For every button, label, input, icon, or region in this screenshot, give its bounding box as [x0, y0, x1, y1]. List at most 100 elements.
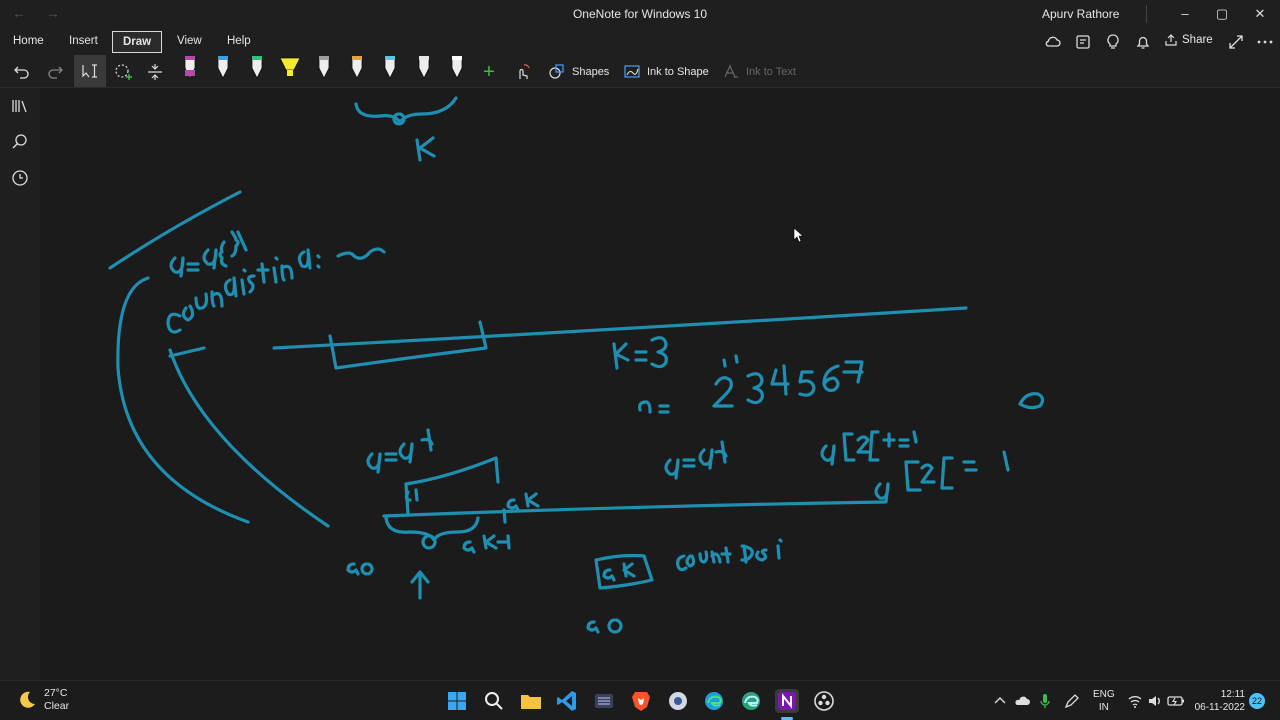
lightbulb-icon[interactable]: [1103, 32, 1123, 52]
forward-arrow-icon[interactable]: →: [46, 5, 60, 21]
ink-drawing[interactable]: [40, 88, 1280, 680]
search-icon[interactable]: [10, 132, 30, 152]
share-button[interactable]: Share: [1164, 33, 1213, 47]
language-indicator[interactable]: ENG IN: [1093, 688, 1115, 714]
maximize-button[interactable]: ▢: [1208, 3, 1236, 25]
page-canvas[interactable]: [40, 88, 1280, 680]
tab-draw[interactable]: Draw: [112, 31, 163, 53]
clock-time: 12:11: [1220, 689, 1245, 700]
user-name[interactable]: Apurv Rathore: [1042, 7, 1119, 21]
vscode-button[interactable]: [555, 689, 579, 713]
brave-browser-button[interactable]: [629, 689, 653, 713]
close-button[interactable]: ✕: [1246, 3, 1274, 25]
obs-button[interactable]: [812, 689, 836, 713]
ink-count-distinct: [166, 247, 386, 334]
battery-charging-icon[interactable]: [1167, 693, 1185, 709]
start-button[interactable]: [445, 689, 469, 713]
edge-dev-button[interactable]: [739, 689, 763, 713]
language-region: IN: [1098, 702, 1109, 713]
yellow-highlighter-icon: [279, 57, 301, 76]
ink-to-shape-button[interactable]: Ink to Shape: [623, 63, 709, 81]
plus-icon: +: [483, 60, 495, 83]
type-select-button[interactable]: [74, 55, 106, 87]
tab-help[interactable]: Help: [217, 31, 261, 53]
full-screen-icon[interactable]: [1226, 32, 1246, 52]
back-arrow-icon[interactable]: ←: [12, 5, 26, 21]
share-label: Share: [1182, 34, 1213, 46]
clock[interactable]: 12:11 06-11-2022: [1193, 688, 1245, 714]
more-options-icon[interactable]: [1255, 32, 1275, 52]
yellow-highlighter[interactable]: [278, 54, 302, 84]
ink-to-text-button[interactable]: Ink to Text: [722, 63, 796, 81]
ribbon-tabs: Home Insert Draw View Help Share: [0, 28, 1280, 54]
blue-pen[interactable]: [211, 54, 235, 84]
shapes-button[interactable]: Shapes: [548, 63, 609, 81]
tab-insert[interactable]: Insert: [59, 31, 108, 53]
onedrive-cloud-icon[interactable]: [1013, 693, 1031, 709]
redo-button[interactable]: [41, 58, 69, 86]
weather-desc: Clear: [44, 700, 70, 712]
tab-view[interactable]: View: [167, 31, 212, 53]
ink-digit-6: [822, 364, 840, 392]
white-pen[interactable]: [412, 54, 436, 84]
edge-dev-icon: [742, 692, 760, 710]
rainbow-pen[interactable]: [345, 54, 369, 84]
shapes-label: Shapes: [572, 66, 610, 78]
ink-to-shape-icon: [624, 65, 640, 78]
ink-tick: [168, 346, 206, 358]
taskbar-search-button[interactable]: [482, 689, 506, 713]
windows-logo-icon: [448, 692, 466, 710]
folder-icon: [521, 695, 541, 709]
tray-chevron-up-icon[interactable]: [993, 694, 1007, 708]
undo-button[interactable]: [8, 58, 36, 86]
eraser-pen-icon: [184, 56, 196, 79]
add-pen-button[interactable]: +: [475, 58, 503, 86]
gray-pen[interactable]: [312, 54, 336, 84]
ink-count-dist: [676, 538, 783, 572]
vscode-icon: [557, 691, 576, 711]
minimize-button[interactable]: –: [1171, 3, 1199, 25]
microphone-icon[interactable]: [1038, 692, 1052, 710]
brave-lion-icon: [632, 692, 650, 711]
calculator-button[interactable]: [592, 689, 616, 713]
ink-d-increment: [820, 430, 918, 466]
page-notebook-icon[interactable]: [1073, 32, 1093, 52]
green-pen[interactable]: [245, 54, 269, 84]
volume-icon[interactable]: [1147, 693, 1163, 709]
edge-icon: [705, 692, 723, 710]
insert-space-icon: [148, 64, 162, 80]
ink-inner-arc: [168, 348, 330, 528]
recent-clock-icon[interactable]: [10, 168, 30, 188]
ink-to-text-icon: [724, 64, 739, 79]
file-explorer-button[interactable]: [519, 689, 543, 713]
eraser-pen[interactable]: [178, 54, 202, 84]
pen-menu-icon[interactable]: [1063, 692, 1079, 710]
onenote-icon: [778, 692, 796, 710]
notebooks-icon[interactable]: [10, 96, 30, 116]
ink-window-box-lower: [404, 456, 500, 516]
media-app-button[interactable]: [666, 689, 690, 713]
ink-pointer-mark: [502, 508, 507, 524]
sync-cloud-icon[interactable]: [1043, 32, 1063, 52]
shapes-icon: [549, 64, 564, 79]
notification-badge[interactable]: 22: [1249, 693, 1265, 709]
add-space-button[interactable]: [141, 58, 169, 86]
ink-replay-button[interactable]: [508, 58, 536, 86]
cyan-pen[interactable]: [378, 54, 402, 84]
tab-home[interactable]: Home: [3, 31, 54, 53]
weather-widget[interactable]: 27°C Clear: [16, 687, 69, 713]
wifi-icon[interactable]: [1127, 693, 1143, 709]
draw-toolbar: + Shapes Ink to Shape Ink to Text: [0, 54, 1280, 88]
bell-icon[interactable]: [1133, 32, 1153, 52]
onenote-taskbar-button[interactable]: [775, 689, 799, 713]
ink-d1-label: [404, 488, 419, 502]
white-pen-2[interactable]: [445, 54, 469, 84]
edge-button[interactable]: [702, 689, 726, 713]
redo-icon: [48, 66, 63, 79]
language-code: ENG: [1093, 689, 1115, 700]
lasso-select-button[interactable]: [109, 58, 137, 86]
taskbar-search-icon: [485, 692, 503, 710]
white-pen-icon: [418, 56, 430, 79]
white-pen-2-icon: [451, 56, 463, 79]
ink-ak-label: [506, 492, 540, 512]
